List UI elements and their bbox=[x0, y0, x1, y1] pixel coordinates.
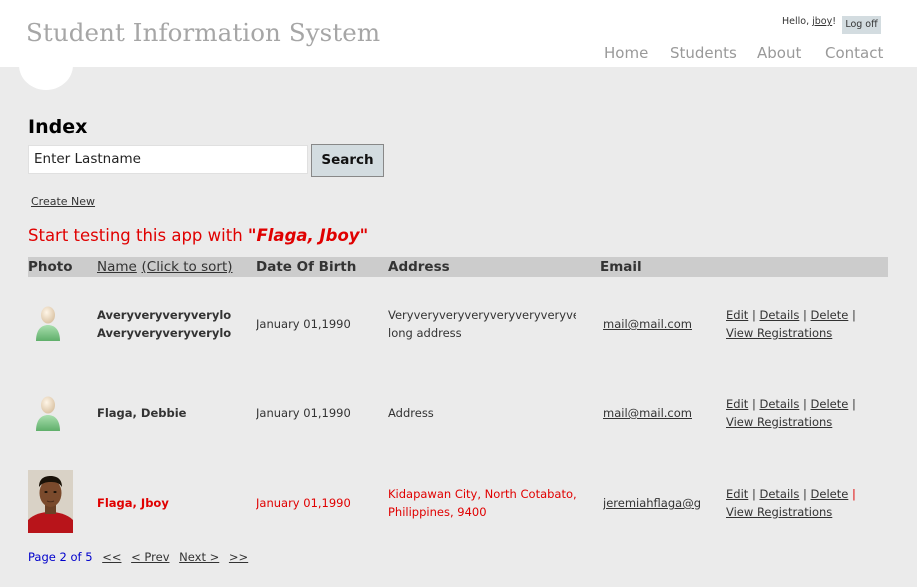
header-dob: Date Of Birth bbox=[256, 259, 357, 275]
details-link[interactable]: Details bbox=[759, 397, 799, 411]
edit-link[interactable]: Edit bbox=[726, 397, 748, 411]
separator: | bbox=[751, 487, 756, 501]
student-dob: January 01,1990 bbox=[256, 317, 351, 331]
delete-link[interactable]: Delete bbox=[811, 487, 849, 501]
details-link[interactable]: Details bbox=[759, 308, 799, 322]
prev-page-link[interactable]: < Prev bbox=[131, 550, 169, 564]
student-address: Kidapawan City, North Cotabato, Philippi… bbox=[388, 485, 576, 521]
search-input[interactable]: Enter Lastname bbox=[28, 145, 308, 174]
next-page-link[interactable]: Next > bbox=[179, 550, 219, 564]
header-address: Address bbox=[388, 259, 450, 275]
student-photo bbox=[28, 470, 73, 533]
view-registrations-link[interactable]: View Registrations bbox=[726, 415, 832, 429]
delete-link[interactable]: Delete bbox=[811, 397, 849, 411]
student-dob: January 01,1990 bbox=[256, 496, 351, 510]
nav-about[interactable]: About bbox=[757, 44, 801, 62]
logoff-button[interactable]: Log off bbox=[842, 16, 881, 34]
greeting-prefix: Hello, bbox=[782, 16, 813, 27]
default-avatar-icon bbox=[36, 306, 60, 341]
pager: Page 2 of 5 << < Prev Next > >> bbox=[28, 550, 248, 564]
create-new-link[interactable]: Create New bbox=[31, 195, 95, 208]
login-display: Hello, jboy! bbox=[782, 16, 836, 27]
student-name: Flaga, Debbie bbox=[97, 406, 187, 420]
nav-students[interactable]: Students bbox=[670, 44, 737, 62]
header-photo: Photo bbox=[28, 259, 73, 275]
testing-hint: Start testing this app with "Flaga, Jboy… bbox=[28, 226, 368, 245]
student-address-line: Philippines, 9400 bbox=[388, 505, 487, 519]
nav-home[interactable]: Home bbox=[604, 44, 648, 62]
student-address: Address bbox=[388, 406, 434, 420]
first-page-link[interactable]: << bbox=[102, 550, 121, 564]
separator: | bbox=[851, 487, 856, 501]
student-address-line: long address bbox=[388, 326, 462, 340]
separator: | bbox=[803, 308, 807, 322]
student-name: Flaga, Jboy bbox=[97, 496, 169, 510]
edit-link[interactable]: Edit bbox=[726, 308, 748, 322]
student-email-link[interactable]: jeremiahflaga@gn bbox=[603, 494, 700, 512]
table-header: Photo Name (Click to sort) Date Of Birth… bbox=[28, 257, 888, 277]
site-title: Student Information System bbox=[26, 18, 381, 47]
greeting-suffix: ! bbox=[832, 16, 837, 27]
student-name-line: Averyveryveryverylongf bbox=[97, 326, 232, 340]
separator: | bbox=[851, 308, 856, 322]
search-button[interactable]: Search bbox=[311, 144, 384, 177]
details-link[interactable]: Details bbox=[759, 487, 799, 501]
student-email-link[interactable]: mail@mail.com bbox=[603, 315, 700, 333]
student-name: Averyveryveryverylongl Averyveryveryvery… bbox=[97, 306, 232, 342]
student-address-line: Veryveryveryveryveryveryveryve bbox=[388, 308, 576, 322]
header-name-sort-link[interactable]: Name (Click to sort) bbox=[97, 259, 233, 275]
page-indicator: Page 2 of 5 bbox=[28, 550, 93, 564]
view-registrations-link[interactable]: View Registrations bbox=[726, 505, 832, 519]
nav-contact[interactable]: Contact bbox=[825, 44, 883, 62]
separator: | bbox=[803, 487, 807, 501]
hint-highlight: "Flaga, Jboy" bbox=[247, 226, 369, 245]
student-address-line: Kidapawan City, North Cotabato, bbox=[388, 487, 576, 501]
student-email-link[interactable]: mail@mail.com bbox=[603, 404, 700, 422]
header-name-label[interactable]: Name bbox=[97, 259, 137, 275]
header-decoration bbox=[19, 40, 73, 90]
page-title: Index bbox=[28, 116, 88, 138]
edit-link[interactable]: Edit bbox=[726, 487, 748, 501]
student-name-line: Averyveryveryverylongl bbox=[97, 308, 232, 322]
separator: | bbox=[751, 397, 756, 411]
separator: | bbox=[803, 397, 807, 411]
row-actions: Edit | Details | Delete | View Registrat… bbox=[726, 485, 856, 521]
header-name-sort-hint[interactable]: (Click to sort) bbox=[142, 259, 233, 275]
username-link[interactable]: jboy bbox=[812, 16, 832, 27]
student-dob: January 01,1990 bbox=[256, 406, 351, 420]
separator: | bbox=[851, 397, 856, 411]
default-avatar-icon bbox=[36, 396, 60, 431]
last-page-link[interactable]: >> bbox=[229, 550, 248, 564]
view-registrations-link[interactable]: View Registrations bbox=[726, 326, 832, 340]
row-actions: Edit | Details | Delete | View Registrat… bbox=[726, 306, 856, 342]
header-email: Email bbox=[600, 259, 642, 275]
row-actions: Edit | Details | Delete | View Registrat… bbox=[726, 395, 856, 431]
separator: | bbox=[751, 308, 756, 322]
student-address: Veryveryveryveryveryveryveryve long addr… bbox=[388, 306, 576, 342]
hint-prefix: Start testing this app with bbox=[28, 226, 248, 245]
delete-link[interactable]: Delete bbox=[811, 308, 849, 322]
